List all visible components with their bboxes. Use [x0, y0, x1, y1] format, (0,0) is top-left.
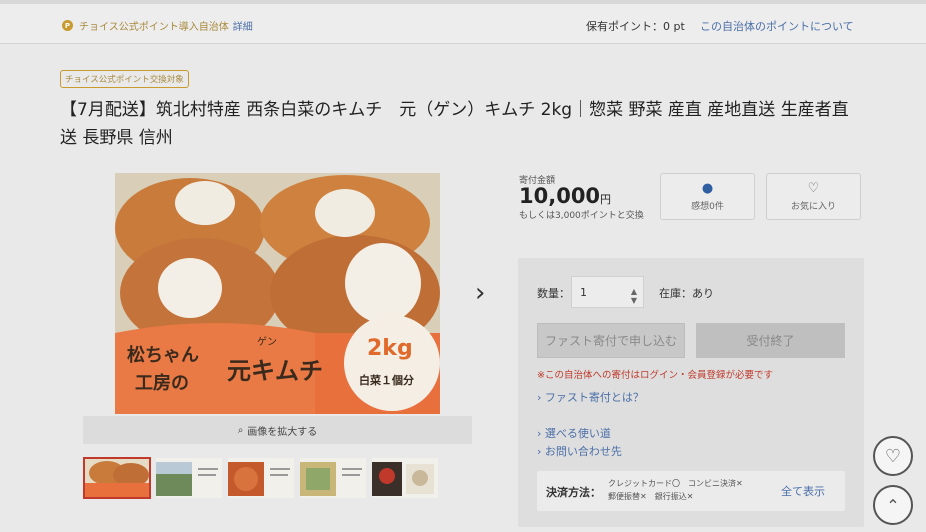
points-alternative: もしくは3,000ポイントと交換	[519, 211, 644, 221]
updown-caret-icon: ▲ ▼	[630, 287, 637, 305]
quantity-select[interactable]: 1 ▲ ▼	[571, 276, 644, 308]
page-title: 【7月配送】筑北村特産 西条白菜のキムチ 元（ゲン）キムチ 2kg｜惣菜 野菜 …	[60, 100, 849, 148]
usage-options-link[interactable]: › 選べる使い道	[537, 425, 611, 441]
floating-favorite-button[interactable]: ♡	[873, 436, 913, 476]
image-brand-line1: 松ちゃん	[127, 345, 199, 366]
closed-button[interactable]: 受付終了	[696, 323, 845, 358]
contact-link[interactable]: › お問い合わせ先	[537, 443, 622, 459]
quantity-label: 数量：	[537, 287, 570, 300]
image-brand-line2: 工房の	[135, 373, 189, 394]
point-icon: P	[62, 20, 73, 31]
zoom-label: 画像を拡大する	[247, 426, 318, 438]
heart-icon: ♡	[807, 181, 820, 196]
official-point-notice: P チョイス公式ポイント導入自治体 詳細	[62, 18, 253, 33]
thumbnail-image	[156, 458, 222, 498]
payment-methods: 決済方法： クレジットカード〇 コンビニ決済✕ 郵便振替✕ 銀行振込✕ 全て表示	[537, 471, 845, 511]
thumbnail-5[interactable]	[371, 457, 439, 499]
detail-link[interactable]: 詳細	[233, 18, 253, 33]
show-all-payment-link[interactable]: 全て表示	[781, 483, 825, 499]
favorite-label: お気に入り	[790, 202, 836, 212]
payment-list: クレジットカード〇 コンビニ決済✕ 郵便振替✕ 銀行振込✕	[608, 477, 768, 503]
thumbnail-image	[228, 458, 294, 498]
thumbnail-image	[85, 459, 149, 497]
price-amount: 10,000	[519, 184, 601, 208]
chevron-up-icon: ⌃	[886, 495, 900, 515]
thumbnail-strip	[83, 457, 439, 499]
image-furigana: ゲン	[257, 337, 277, 348]
thumbnail-image	[300, 458, 366, 498]
price-value: 10,000円	[519, 184, 611, 208]
login-required-warning: ※この自治体への寄付はログイン・会員登録が必要です	[537, 370, 773, 381]
thumbnail-1[interactable]	[83, 457, 151, 499]
thumbnail-image	[372, 458, 438, 498]
favorite-button[interactable]: ♡ お気に入り	[766, 173, 861, 220]
point-exchange-badge: チョイス公式ポイント交換対象	[60, 70, 189, 88]
top-bar: P チョイス公式ポイント導入自治体 詳細 保有ポイント：0 pt この自治体のポ…	[0, 0, 926, 44]
fast-donation-info-link[interactable]: › ファスト寄付とは？	[537, 389, 644, 405]
payment-label: 決済方法：	[546, 486, 601, 499]
payment-line-1: クレジットカード〇 コンビニ決済✕	[608, 479, 743, 488]
scroll-top-button[interactable]: ⌃	[873, 485, 913, 525]
product-main-image[interactable]: 松ちゃん 工房の ゲン 元キムチ 2kg 白菜１個分	[115, 173, 440, 414]
zoom-image-button[interactable]: ⌕ 画像を拡大する	[83, 416, 472, 444]
thumbnail-3[interactable]	[227, 457, 295, 499]
fast-donation-button[interactable]: ファスト寄付で申し込む	[537, 323, 685, 358]
stock-status: 在庫：あり	[659, 287, 714, 300]
image-portion: 白菜１個分	[359, 374, 414, 387]
magnifier-icon: ⌕	[237, 424, 244, 436]
municipality-points-link[interactable]: この自治体のポイントについて	[700, 18, 854, 34]
heart-icon: ♡	[884, 445, 902, 467]
payment-line-2: 郵便振替✕ 銀行振込✕	[608, 492, 694, 501]
review-label: 感想0件	[691, 202, 724, 212]
price-unit: 円	[600, 193, 612, 206]
speech-bubble-icon: ●	[701, 181, 714, 196]
order-panel: 数量： 1 ▲ ▼ 在庫：あり ファスト寄付で申し込む 受付終了 ※この自治体への…	[518, 258, 864, 527]
review-button[interactable]: ● 感想0件	[660, 173, 755, 220]
held-points: 保有ポイント：0 pt	[586, 20, 685, 33]
image-product-name: 元キムチ	[227, 356, 323, 385]
thumbnail-2[interactable]	[155, 457, 223, 499]
image-weight: 2kg	[367, 336, 413, 361]
chevron-right-icon[interactable]: ›	[475, 278, 485, 308]
thumbnail-4[interactable]	[299, 457, 367, 499]
official-point-text: チョイス公式ポイント導入自治体	[79, 22, 229, 33]
quantity-value: 1	[580, 285, 587, 299]
